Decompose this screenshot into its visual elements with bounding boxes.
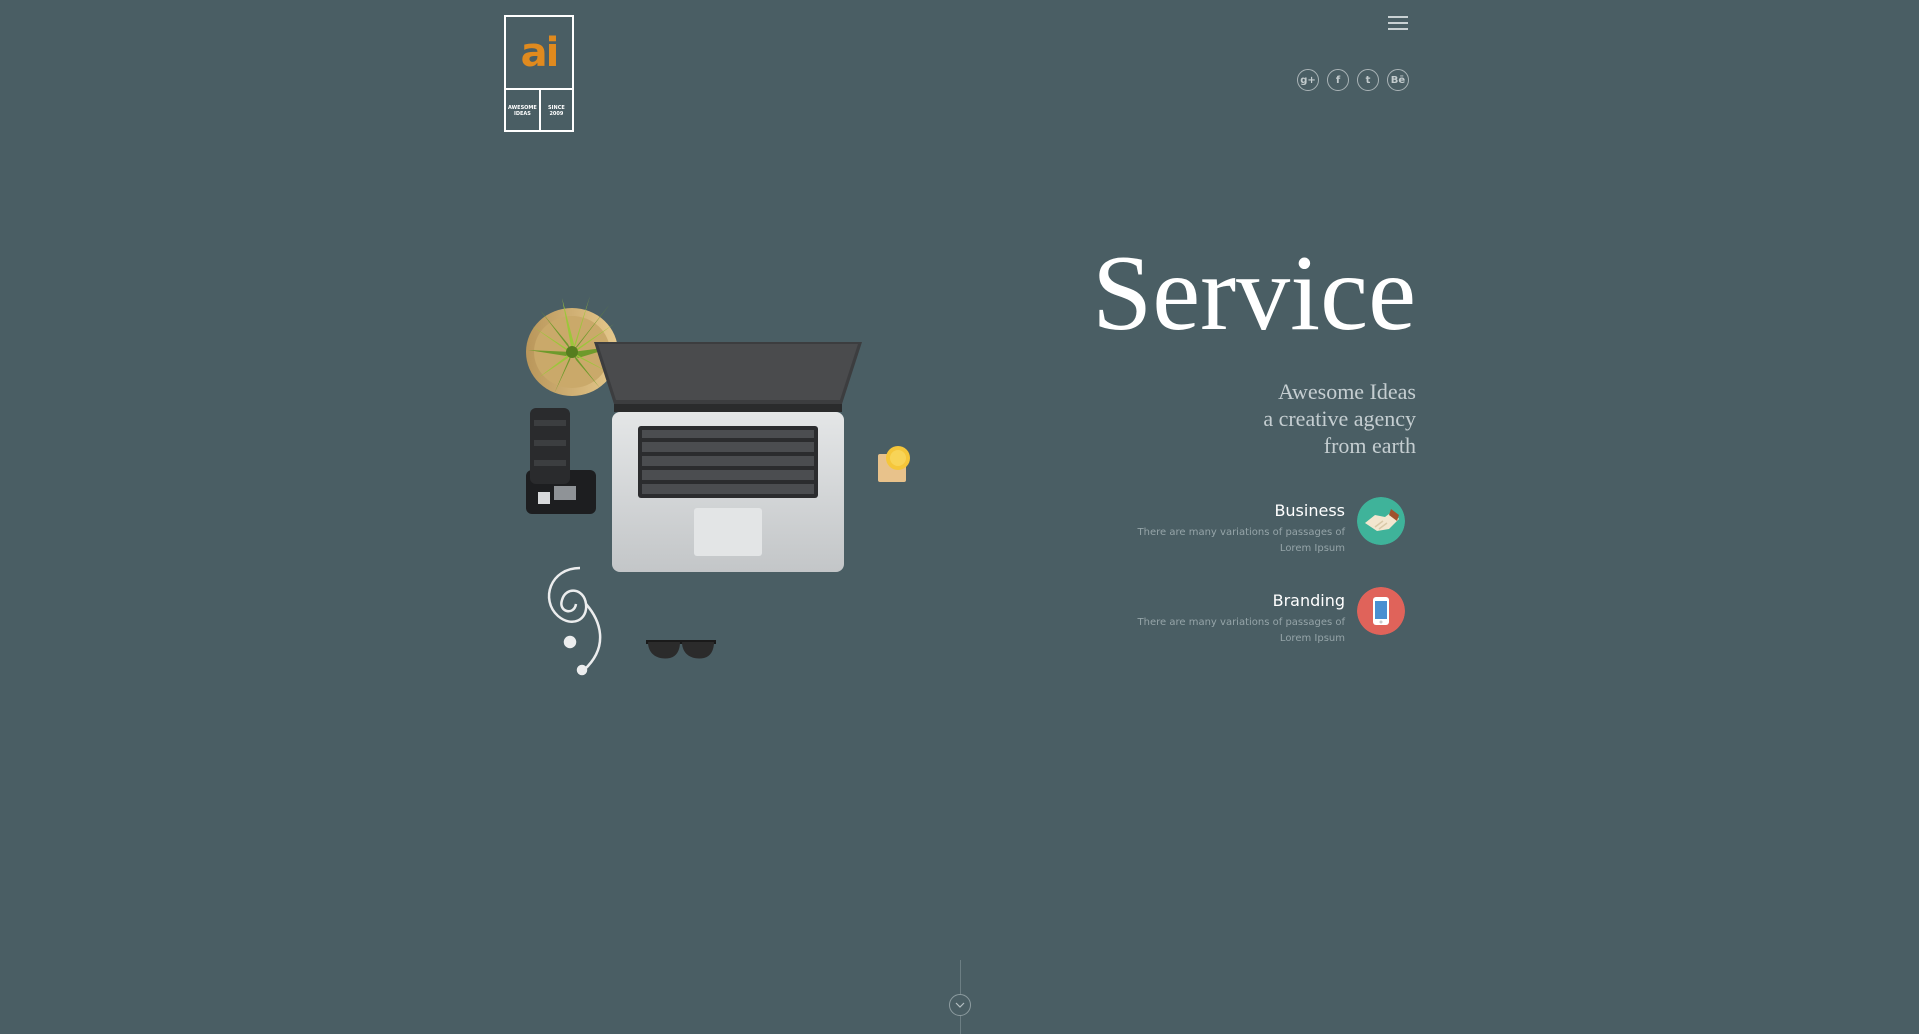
service-description: There are many variations of passages of… <box>1137 617 1345 644</box>
earphones-icon <box>547 566 602 676</box>
service-item-branding[interactable]: Branding There are many variations of pa… <box>1115 587 1405 647</box>
glasses-icon <box>646 640 716 659</box>
facebook-icon[interactable]: f <box>1327 69 1349 91</box>
handshake-icon <box>1357 497 1405 545</box>
menu-bar <box>1388 28 1408 30</box>
workspace-illustration <box>526 296 910 676</box>
logo-footer: AWESOME IDEAS SINCE 2009 <box>506 90 572 132</box>
behance-icon[interactable]: Bē <box>1387 69 1409 91</box>
smartphone-icon <box>1357 587 1405 635</box>
service-item-business[interactable]: Business There are many variations of pa… <box>1115 497 1405 557</box>
sticky-note-icon <box>878 446 910 482</box>
hamburger-menu-icon[interactable] <box>1388 16 1408 32</box>
scroll-down-button[interactable] <box>949 994 971 1016</box>
chevron-down-icon <box>955 1002 965 1008</box>
hero-subtitle: Awesome Ideas a creative agency from ear… <box>1263 378 1416 459</box>
service-text: Business There are many variations of pa… <box>1115 497 1345 557</box>
service-text: Branding There are many variations of pa… <box>1115 587 1345 647</box>
service-description: There are many variations of passages of… <box>1137 527 1345 554</box>
service-title: Business <box>1274 501 1345 520</box>
social-links: g+ f t Bē <box>1297 69 1409 91</box>
service-title: Branding <box>1272 591 1345 610</box>
google-plus-icon[interactable]: g+ <box>1297 69 1319 91</box>
page: ai AWESOME IDEAS SINCE 2009 g+ f t Bē Se… <box>0 0 1919 1034</box>
laptop-icon <box>594 342 862 572</box>
subtitle-line: Awesome Ideas <box>1278 379 1416 404</box>
logo-left-text: AWESOME IDEAS <box>508 105 537 117</box>
logo-letters: ai <box>520 29 560 76</box>
subtitle-line: a creative agency <box>1263 406 1416 431</box>
logo-mark: ai <box>506 17 572 90</box>
brand-logo[interactable]: ai AWESOME IDEAS SINCE 2009 <box>504 15 574 132</box>
menu-bar <box>1388 16 1408 18</box>
page-title: Service <box>1092 234 1416 353</box>
twitter-icon[interactable]: t <box>1357 69 1379 91</box>
logo-right-text: SINCE 2009 <box>538 90 572 132</box>
subtitle-line: from earth <box>1323 433 1416 458</box>
camera-icon <box>526 408 596 514</box>
menu-bar <box>1388 22 1408 24</box>
